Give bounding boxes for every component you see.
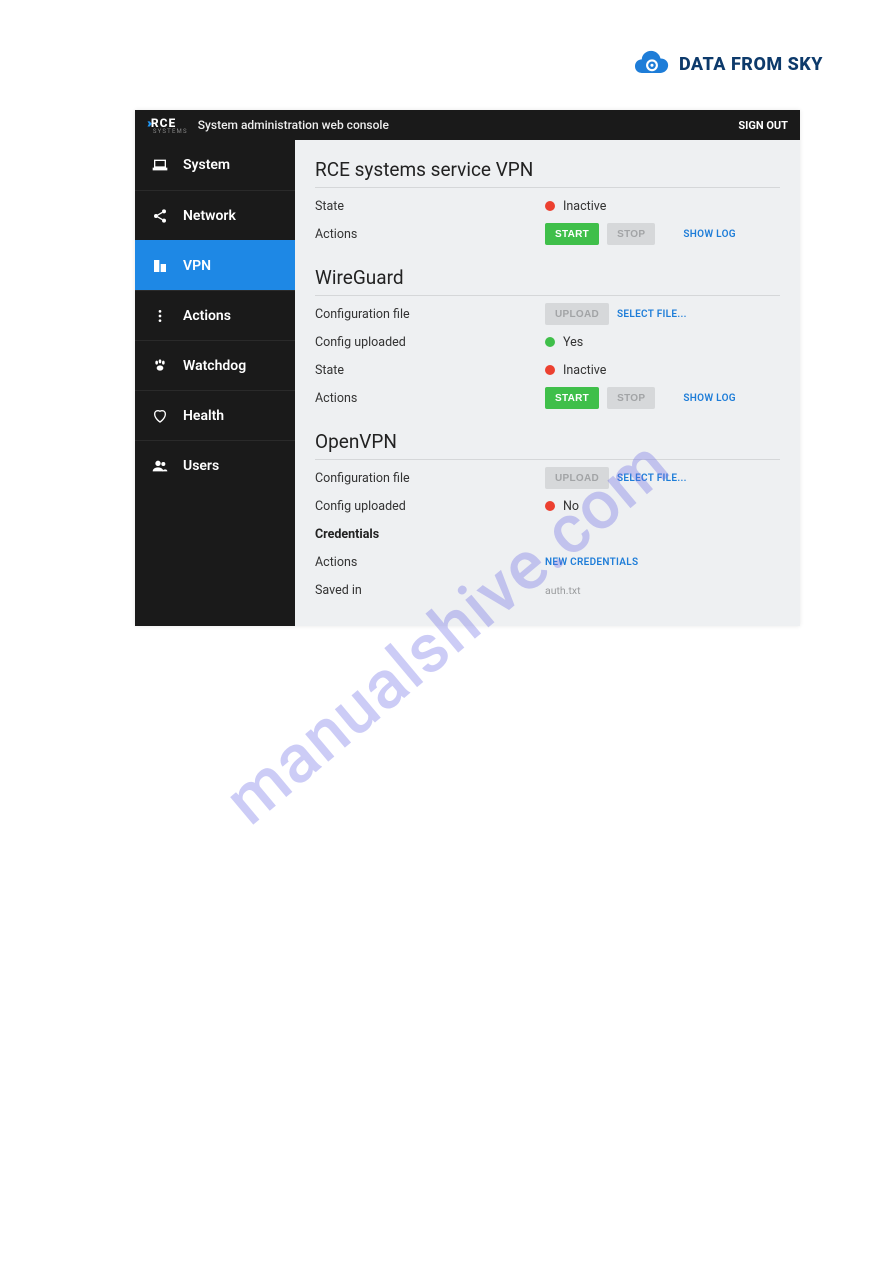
ovpn-actions-row: Actions NEW CREDENTIALS: [315, 548, 780, 576]
sidebar-item-system[interactable]: System: [135, 140, 295, 190]
rce-showlog-link[interactable]: SHOW LOG: [683, 229, 736, 240]
section-wireguard-title: WireGuard: [315, 258, 780, 296]
ovpn-uploaded-row: Config uploaded No: [315, 492, 780, 520]
ovpn-config-row: Configuration file UPLOAD SELECT FILE...: [315, 464, 780, 492]
wg-uploaded-value: Yes: [563, 335, 583, 350]
wg-config-label: Configuration file: [315, 307, 545, 322]
rce-stop-button: STOP: [607, 223, 655, 245]
rce-actions-label: Actions: [315, 227, 545, 242]
logo-main: RCE: [151, 117, 188, 129]
sidebar-item-label: Users: [183, 458, 219, 474]
content: RCE systems service VPN State Inactive A…: [295, 140, 800, 626]
body-area: System Network VPN Actions: [135, 140, 800, 626]
ovpn-credentials-row: Credentials: [315, 520, 780, 548]
wg-actions-row: Actions START STOP SHOW LOG: [315, 384, 780, 412]
wg-state-row: State Inactive: [315, 356, 780, 384]
status-dot-icon: [545, 337, 555, 347]
wg-uploaded-label: Config uploaded: [315, 335, 545, 350]
ovpn-actions-label: Actions: [315, 555, 545, 570]
sidebar-item-label: VPN: [183, 258, 211, 274]
wg-state-label: State: [315, 363, 545, 378]
ovpn-uploaded-value: No: [563, 499, 579, 514]
signout-button[interactable]: SIGN OUT: [738, 119, 788, 132]
sidebar-item-vpn[interactable]: VPN: [135, 240, 295, 290]
sidebar-item-network[interactable]: Network: [135, 190, 295, 240]
wg-actions-label: Actions: [315, 391, 545, 406]
wg-state-value: Inactive: [563, 363, 606, 378]
laptop-icon: [151, 156, 169, 174]
users-icon: [151, 457, 169, 475]
wg-showlog-link[interactable]: SHOW LOG: [683, 393, 736, 404]
status-dot-icon: [545, 365, 555, 375]
wg-select-file-link[interactable]: SELECT FILE...: [617, 309, 687, 320]
cloud-eye-icon: [635, 50, 669, 78]
sidebar-item-label: Health: [183, 408, 224, 424]
topbar: ›› RCE SYSTEMS System administration web…: [135, 110, 800, 140]
wg-config-row: Configuration file UPLOAD SELECT FILE...: [315, 300, 780, 328]
dots-vertical-icon: [151, 307, 169, 325]
brand-header: DATA FROM SKY: [635, 50, 823, 78]
paw-icon: [151, 357, 169, 375]
rce-actions-row: Actions START STOP SHOW LOG: [315, 220, 780, 248]
ovpn-newcred-link[interactable]: NEW CREDENTIALS: [545, 557, 638, 568]
wg-stop-button: STOP: [607, 387, 655, 409]
ovpn-savedin-label: Saved in: [315, 583, 545, 598]
sidebar-item-label: Actions: [183, 308, 231, 324]
brand-text: DATA FROM SKY: [679, 54, 823, 75]
heart-icon: [151, 407, 169, 425]
sidebar: System Network VPN Actions: [135, 140, 295, 626]
topbar-title: System administration web console: [198, 118, 389, 132]
sidebar-item-watchdog[interactable]: Watchdog: [135, 340, 295, 390]
logo: ›› RCE SYSTEMS: [147, 116, 188, 135]
logo-sub: SYSTEMS: [153, 129, 188, 135]
sidebar-item-label: Network: [183, 208, 236, 224]
sidebar-item-label: System: [183, 157, 230, 173]
wg-uploaded-row: Config uploaded Yes: [315, 328, 780, 356]
rce-state-label: State: [315, 199, 545, 214]
logo-chevrons-icon: ››: [147, 116, 149, 131]
rce-start-button[interactable]: START: [545, 223, 599, 245]
sidebar-item-health[interactable]: Health: [135, 390, 295, 440]
rce-state-value: Inactive: [563, 199, 606, 214]
sidebar-item-label: Watchdog: [183, 358, 246, 374]
ovpn-upload-button: UPLOAD: [545, 467, 609, 489]
share-icon: [151, 207, 169, 225]
ovpn-savedin-value: auth.txt: [545, 584, 581, 597]
ovpn-config-label: Configuration file: [315, 471, 545, 486]
rce-state-row: State Inactive: [315, 192, 780, 220]
sidebar-item-users[interactable]: Users: [135, 440, 295, 490]
wg-upload-button: UPLOAD: [545, 303, 609, 325]
wg-start-button[interactable]: START: [545, 387, 599, 409]
ovpn-savedin-row: Saved in auth.txt: [315, 576, 780, 604]
sidebar-item-actions[interactable]: Actions: [135, 290, 295, 340]
domain-icon: [151, 257, 169, 275]
ovpn-select-file-link[interactable]: SELECT FILE...: [617, 473, 687, 484]
status-dot-icon: [545, 201, 555, 211]
section-rce-title: RCE systems service VPN: [315, 150, 780, 188]
ovpn-credentials-label: Credentials: [315, 527, 545, 542]
app-frame: ›› RCE SYSTEMS System administration web…: [135, 110, 800, 626]
status-dot-icon: [545, 501, 555, 511]
ovpn-uploaded-label: Config uploaded: [315, 499, 545, 514]
section-openvpn-title: OpenVPN: [315, 422, 780, 460]
